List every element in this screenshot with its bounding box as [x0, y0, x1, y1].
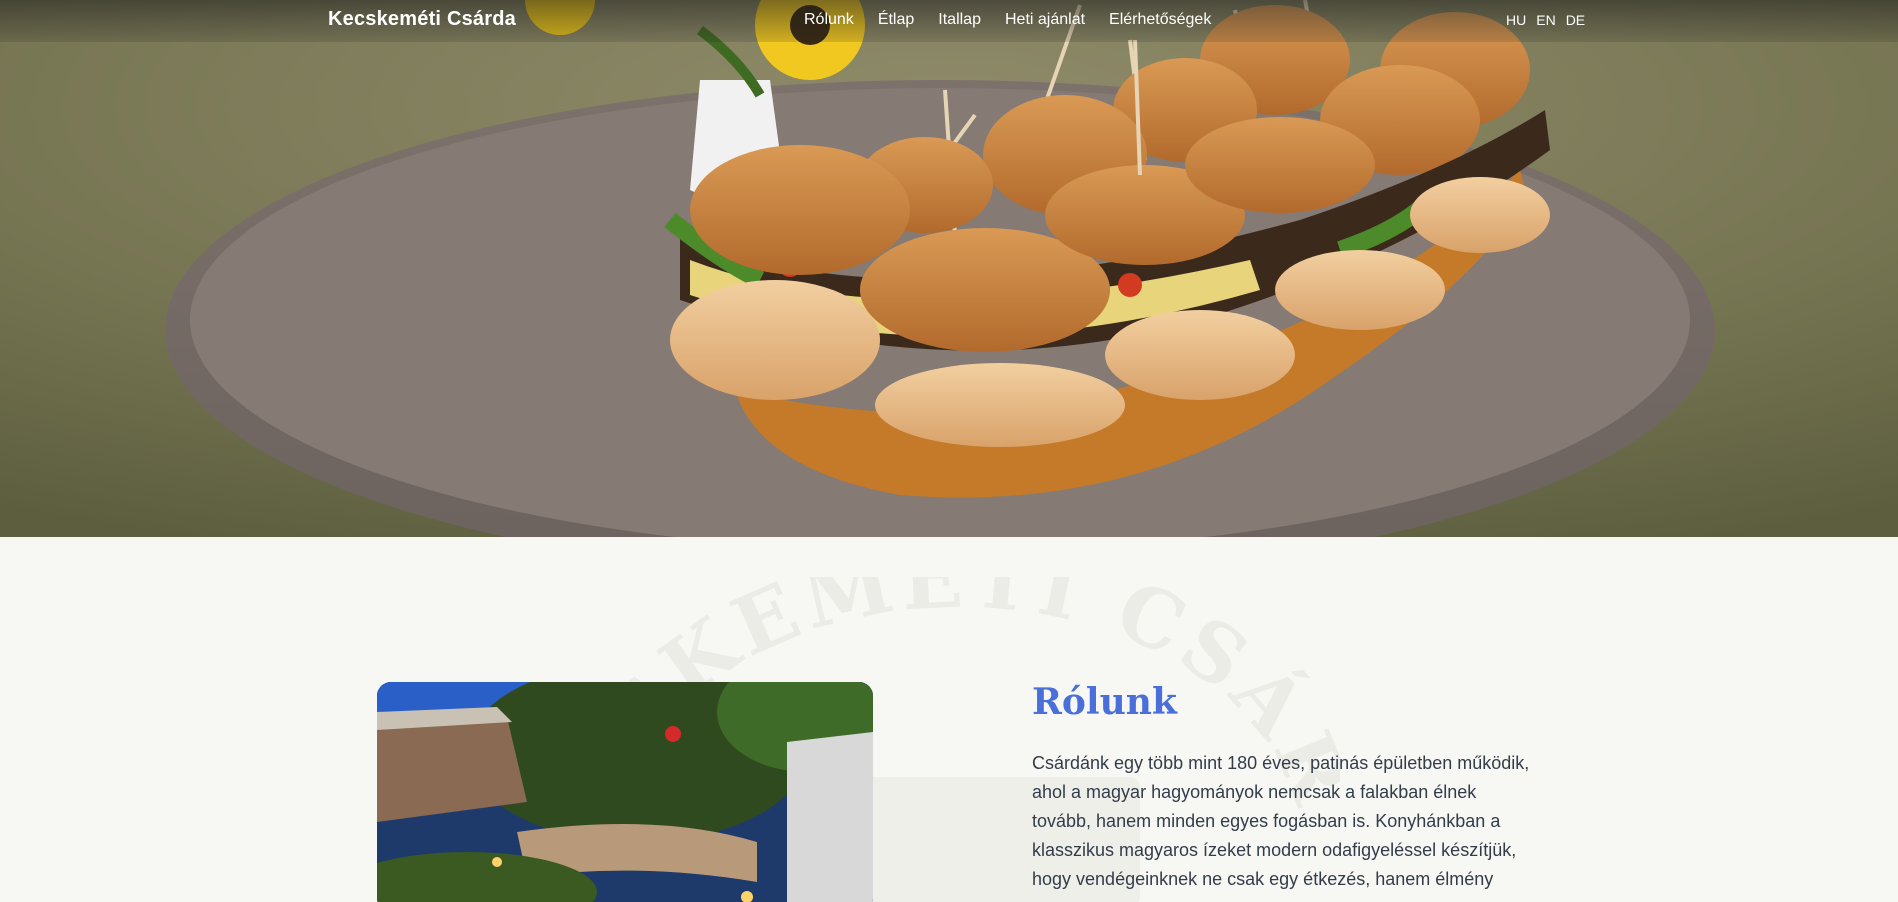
nav-item-heti-ajanlat[interactable]: Heti ajánlat [1005, 11, 1085, 29]
hero-image: Kecskeméti Csárda Rólunk Étlap Itallap H… [0, 0, 1898, 537]
language-switcher: HU EN DE [1506, 12, 1585, 28]
nav-item-rolunk[interactable]: Rólunk [804, 11, 854, 29]
nav-item-itallap[interactable]: Itallap [938, 11, 981, 29]
top-navigation-bar: Kecskeméti Csárda Rólunk Étlap Itallap H… [0, 0, 1898, 42]
about-photo [377, 682, 873, 902]
lang-en-link[interactable]: EN [1536, 12, 1555, 28]
main-menu: Rólunk Étlap Itallap Heti ajánlat Elérhe… [804, 11, 1211, 29]
brand-logo-link[interactable]: Kecskeméti Csárda [328, 8, 516, 31]
burger-platter-illustration [0, 0, 1898, 537]
lang-hu-link[interactable]: HU [1506, 12, 1526, 28]
nav-item-etlap[interactable]: Étlap [878, 11, 914, 29]
about-paragraph: Csárdánk egy több mint 180 éves, patinás… [1032, 753, 1530, 889]
about-section: KECSKEMÉTI CSÁRDA Rólunk Csárdánk egy tö… [0, 537, 1898, 902]
nav-item-elerhetosegek[interactable]: Elérhetőségek [1109, 11, 1211, 29]
lang-de-link[interactable]: DE [1566, 12, 1585, 28]
about-heading: Rólunk [1032, 681, 1177, 723]
